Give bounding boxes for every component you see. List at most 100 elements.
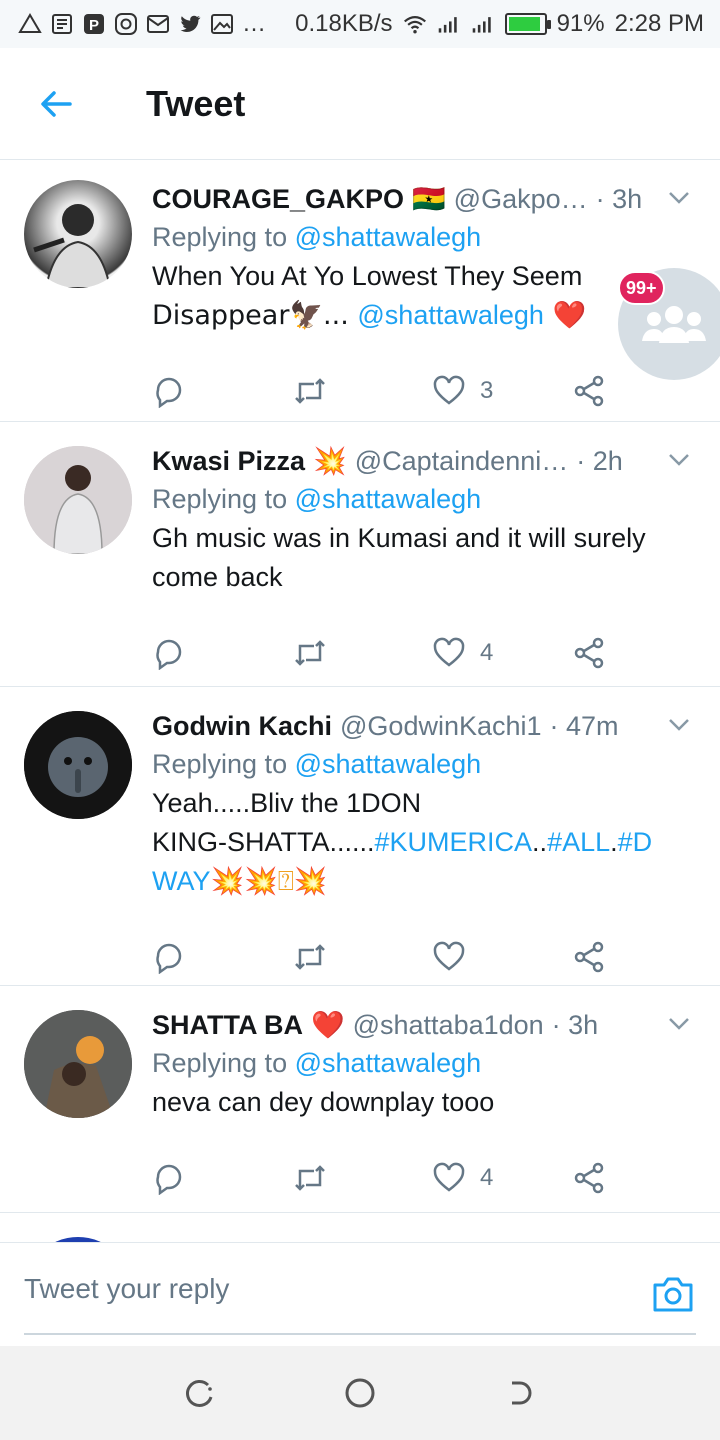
tweet-item-partial[interactable] bbox=[0, 1213, 720, 1242]
avatar[interactable] bbox=[24, 180, 132, 288]
reply-icon bbox=[156, 943, 182, 974]
reply-icon bbox=[156, 377, 182, 408]
user-handle[interactable]: @Gakpo… bbox=[454, 184, 588, 215]
user-name[interactable]: Godwin Kachi bbox=[152, 711, 332, 742]
tweet-time: · 3h bbox=[595, 183, 643, 214]
home-button[interactable] bbox=[330, 1363, 390, 1423]
tweet-text-line: Yeah.....Bliv the 1DON bbox=[152, 788, 422, 818]
reply-button[interactable] bbox=[152, 374, 292, 408]
camera-button[interactable] bbox=[652, 1275, 694, 1318]
hashtag-link-continued[interactable]: WAY bbox=[152, 866, 211, 896]
retweet-button[interactable] bbox=[292, 374, 432, 408]
reply-icon bbox=[156, 1164, 182, 1195]
replying-label: Replying to bbox=[152, 222, 288, 252]
collision-emojis: 💥💥⍰💥 bbox=[210, 866, 328, 897]
home-circle-icon bbox=[345, 1378, 375, 1408]
arrow-left-icon bbox=[41, 90, 72, 117]
input-underline bbox=[24, 1333, 696, 1335]
svg-text:P: P bbox=[89, 17, 99, 34]
recents-icon bbox=[186, 1380, 213, 1407]
like-count: 4 bbox=[480, 1164, 494, 1191]
network-speed: 0.18KB/s bbox=[295, 10, 393, 37]
like-button[interactable]: 4 bbox=[432, 1161, 572, 1195]
like-button[interactable]: 4 bbox=[432, 636, 572, 670]
retweet-button[interactable] bbox=[292, 1161, 432, 1195]
hashtag-link[interactable]: #D bbox=[618, 827, 653, 857]
replying-handle-link[interactable]: @shattawalegh bbox=[295, 749, 482, 779]
warning-icon bbox=[18, 12, 42, 36]
chevron-down-icon bbox=[669, 719, 689, 731]
instagram-icon bbox=[114, 12, 138, 36]
heart-emoji: ❤️ bbox=[543, 300, 587, 331]
like-button[interactable] bbox=[432, 940, 572, 974]
system-nav-bar bbox=[0, 1346, 720, 1440]
user-name[interactable]: COURAGE_GAKPO bbox=[152, 184, 404, 215]
tweet-content: Kwasi Pizza 💥 @Captaindenni… · 2h Replyi… bbox=[152, 442, 696, 701]
reply-composer: Tweet your reply bbox=[0, 1242, 720, 1346]
share-button[interactable] bbox=[572, 374, 606, 408]
reply-input[interactable]: Tweet your reply bbox=[24, 1273, 229, 1305]
avatar[interactable] bbox=[24, 446, 132, 554]
app-header: Tweet bbox=[0, 48, 720, 160]
retweet-button[interactable] bbox=[292, 636, 432, 670]
share-button[interactable] bbox=[572, 1161, 606, 1195]
heart-icon bbox=[433, 375, 465, 405]
tweet-menu-button[interactable] bbox=[666, 184, 692, 215]
back-button[interactable] bbox=[0, 48, 112, 160]
replying-handle-link[interactable]: @shattawalegh bbox=[295, 1048, 482, 1078]
tweet-content: COURAGE_GAKPO 🇬🇭 @Gakpo… · 3h Replying t… bbox=[152, 180, 696, 439]
tweet-menu-button[interactable] bbox=[666, 711, 692, 742]
tweet-text-line: When You At Yo Lowest They Seem bbox=[152, 261, 583, 291]
tweet-item[interactable]: Godwin Kachi @GodwinKachi1 · 47m Replyin… bbox=[0, 687, 720, 986]
replying-to: Replying to @shattawalegh bbox=[152, 1048, 696, 1079]
p-app-icon: P bbox=[82, 12, 106, 36]
chevron-down-icon bbox=[669, 192, 689, 204]
back-nav-icon bbox=[512, 1381, 532, 1405]
heart-icon bbox=[433, 941, 465, 971]
user-handle[interactable]: @GodwinKachi1 bbox=[340, 711, 542, 742]
notification-badge: 99+ bbox=[618, 271, 665, 305]
recents-button[interactable] bbox=[170, 1363, 230, 1423]
clock: 2:28 PM bbox=[614, 10, 704, 37]
share-button[interactable] bbox=[572, 940, 606, 974]
tweet-menu-button[interactable] bbox=[666, 446, 692, 477]
user-name[interactable]: SHATTA BA bbox=[152, 1010, 303, 1041]
signal-icon bbox=[437, 12, 461, 36]
hashtag-link[interactable]: #ALL bbox=[547, 827, 610, 857]
tweet-header: COURAGE_GAKPO 🇬🇭 @Gakpo… · 3h bbox=[152, 180, 696, 218]
like-button[interactable]: 3 bbox=[432, 374, 572, 408]
share-icon bbox=[574, 941, 604, 973]
tweet-content: SHATTA BA ❤️ @shattaba1don · 3h Replying… bbox=[152, 1006, 696, 1226]
tweet-text-segment: KING-SHATTA...... bbox=[152, 827, 375, 857]
system-status: 0.18KB/s 91% 2:28 PM bbox=[295, 10, 704, 38]
hashtag-link[interactable]: #KUMERICA bbox=[375, 827, 533, 857]
avatar[interactable] bbox=[24, 1010, 132, 1118]
tweet-item[interactable]: COURAGE_GAKPO 🇬🇭 @Gakpo… · 3h Replying t… bbox=[0, 160, 720, 422]
like-count: 3 bbox=[480, 377, 494, 404]
document-icon bbox=[50, 12, 74, 36]
heart-emoji: ❤️ bbox=[310, 1010, 345, 1041]
mention-link[interactable]: @shattawalegh bbox=[357, 300, 544, 330]
tweet-item[interactable]: SHATTA BA ❤️ @shattaba1don · 3h Replying… bbox=[0, 986, 720, 1213]
tweet-menu-button[interactable] bbox=[666, 1010, 692, 1041]
tweet-header: Godwin Kachi @GodwinKachi1 · 47m bbox=[152, 707, 696, 745]
replying-handle-link[interactable]: @shattawalegh bbox=[295, 484, 482, 514]
user-name[interactable]: Kwasi Pizza bbox=[152, 446, 305, 477]
retweet-icon bbox=[295, 1165, 325, 1191]
user-handle[interactable]: @Captaindenni… bbox=[355, 446, 569, 477]
retweet-button[interactable] bbox=[292, 940, 432, 974]
avatar[interactable] bbox=[24, 711, 132, 819]
reply-feed[interactable]: COURAGE_GAKPO 🇬🇭 @Gakpo… · 3h Replying t… bbox=[0, 160, 720, 1242]
chevron-down-icon bbox=[669, 1018, 689, 1030]
reply-button[interactable] bbox=[152, 636, 292, 670]
back-nav-button[interactable] bbox=[490, 1363, 550, 1423]
share-button[interactable] bbox=[572, 636, 606, 670]
replying-handle-link[interactable]: @shattawalegh bbox=[295, 222, 482, 252]
tweet-item[interactable]: Kwasi Pizza 💥 @Captaindenni… · 2h Replyi… bbox=[0, 422, 720, 687]
reply-button[interactable] bbox=[152, 940, 292, 974]
signal-icon-2 bbox=[471, 12, 495, 36]
tweet-time: · 3h bbox=[551, 1009, 599, 1040]
reply-button[interactable] bbox=[152, 1161, 292, 1195]
user-handle[interactable]: @shattaba1don bbox=[353, 1010, 544, 1041]
replying-label: Replying to bbox=[152, 484, 288, 514]
